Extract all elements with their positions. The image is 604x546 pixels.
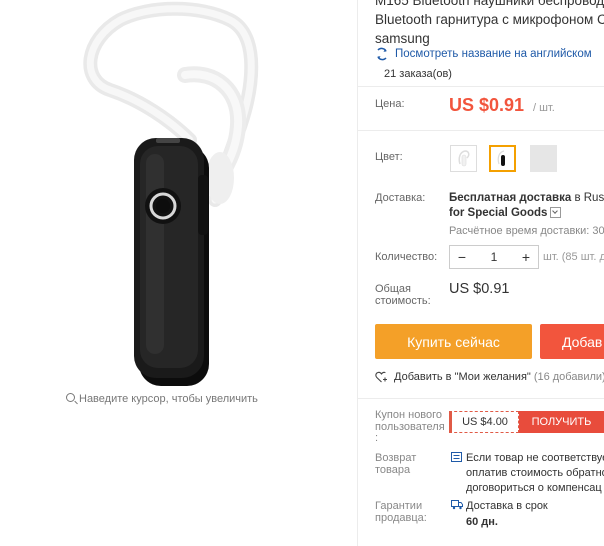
orders-count: 21 заказа(ов) [384,68,452,80]
coupon-label: Купон нового пользователя : [375,409,445,444]
shipping-estimate: Расчётное время доставки: 30- [449,225,604,237]
color-label: Цвет: [375,151,403,163]
product-title: M165 Bluetooth наушники беспроводн Bluet… [375,0,604,48]
returns-text: Если товар не соответствуе оплатив стоим… [466,452,604,494]
column-divider [357,0,358,546]
guarantee-text: Доставка в срок 60 дн. [466,500,548,528]
shipping-label: Доставка: [375,192,426,204]
color-option-white[interactable] [450,145,477,172]
product-title-line: Bluetooth гарнитура с микрофоном C [375,12,604,27]
chevron-down-icon[interactable] [550,207,562,219]
price-value: US $0.91 [449,95,525,115]
product-title-line: M165 Bluetooth наушники беспроводн [375,0,604,8]
color-option-black[interactable] [489,145,516,172]
quantity-available: шт. (85 шт. д [543,251,604,263]
magnifier-icon [66,393,75,402]
quantity-plus-button[interactable]: + [514,249,538,265]
price-unit: / шт. [533,102,555,114]
heart-plus-icon [375,371,387,383]
shipping-selector[interactable]: for Special Goods [449,207,562,219]
quantity-stepper[interactable]: − 1 + [449,245,539,269]
black-earpiece-thumb-icon [497,150,505,166]
return-policy-icon [451,452,462,462]
add-to-wishlist[interactable]: Добавить в "Мои желания" (16 добавили) [375,371,604,383]
product-image-area[interactable]: Наведите курсор, чтобы увеличить [0,0,350,546]
get-coupon-button[interactable]: ПОЛУЧИТЬ [519,411,604,433]
bluetooth-headset-image[interactable] [0,0,350,390]
product-title-line: samsung [375,31,430,46]
divider [358,398,604,399]
total-label: Общая стоимость: [375,283,431,307]
translate-icon [377,47,387,61]
buy-now-button[interactable]: Купить сейчас [375,324,532,359]
returns-label: Возврат товара [375,452,417,476]
coupon-value: US $4.00 [449,411,519,433]
white-earpiece-thumb-icon [458,150,470,167]
delivery-truck-icon [451,500,463,510]
price-label: Цена: [375,98,405,110]
color-option-gray[interactable] [530,145,557,172]
quantity-minus-button[interactable]: − [450,249,474,265]
translate-link[interactable]: Посмотреть название на английском [375,47,592,61]
shipping-method: Бесплатная доставка в Russia [449,192,604,204]
divider [358,130,604,131]
guarantee-label: Гарантии продавца: [375,500,427,524]
total-value: US $0.91 [449,281,510,297]
zoom-hint: Наведите курсор, чтобы увеличить [66,393,258,405]
quantity-input[interactable]: 1 [474,250,514,264]
add-to-cart-button[interactable]: Добав [540,324,604,359]
divider [358,86,604,87]
quantity-label: Количество: [375,251,438,263]
